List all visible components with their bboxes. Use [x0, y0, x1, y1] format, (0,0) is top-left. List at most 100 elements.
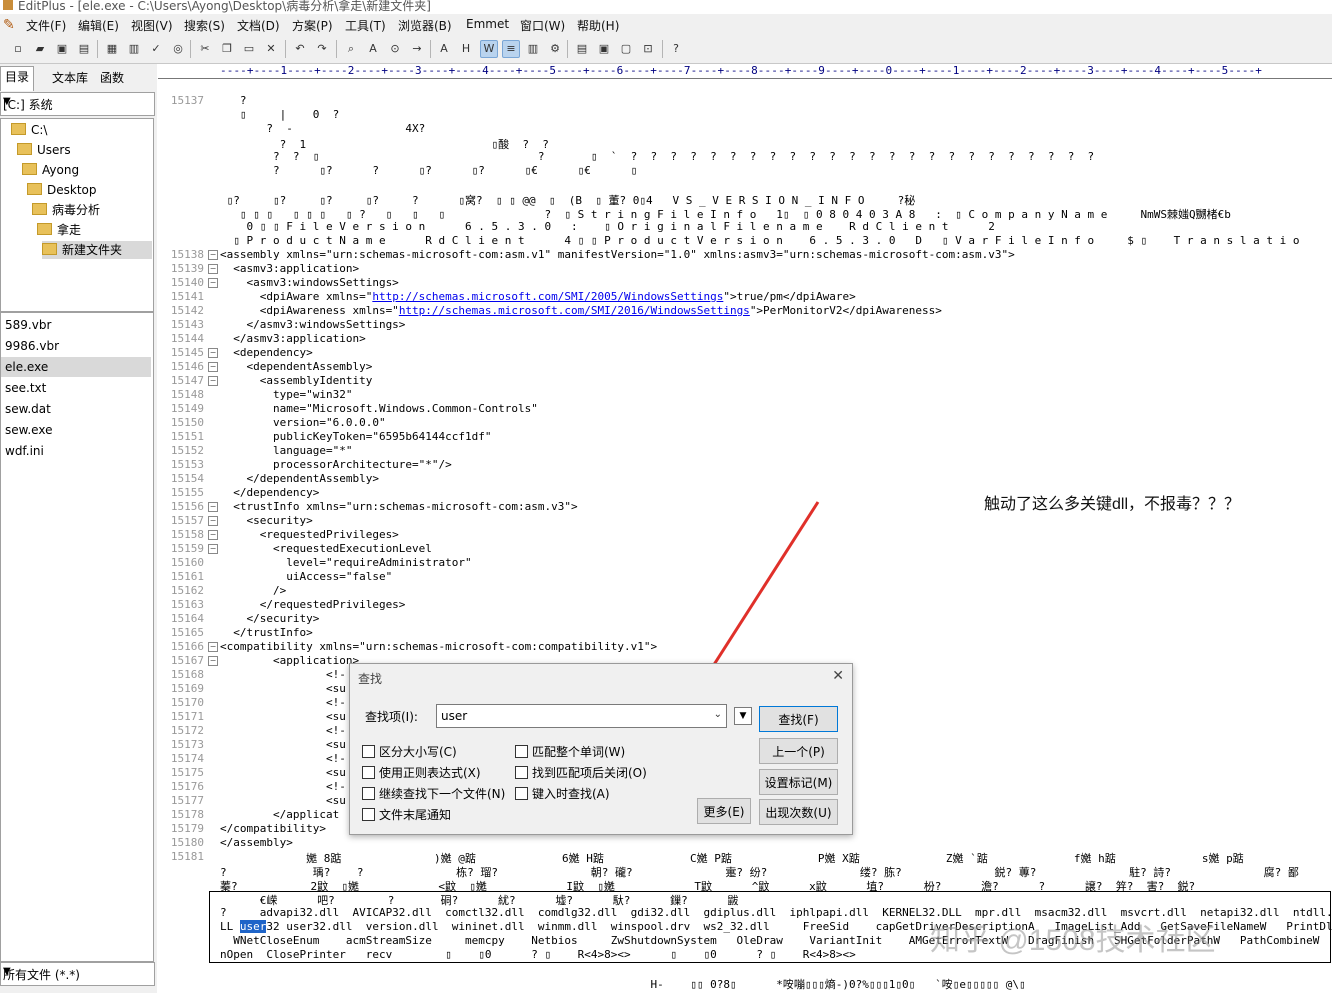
whole-word-checkbox[interactable]: 匹配整个单词(W)	[515, 743, 625, 760]
end-of-file-notify-checkbox[interactable]: 文件末尾通知	[362, 806, 451, 823]
find-button[interactable]: 查找(F)	[759, 706, 838, 732]
checkbox-box[interactable]	[362, 808, 375, 821]
fold-toggle-icon[interactable]: −	[208, 656, 218, 666]
fold-toggle-icon[interactable]: −	[208, 516, 218, 526]
delete-icon[interactable]: ✕	[263, 41, 279, 57]
continue-next-file-checkbox[interactable]: 继续查找下一个文件(N)	[362, 785, 505, 802]
list-item[interactable]: wdf.ini	[1, 441, 151, 461]
menu-search[interactable]: 搜索(S)	[184, 17, 225, 34]
print-preview-icon[interactable]: ▦	[104, 41, 120, 57]
code-link[interactable]: http://schemas.microsoft.com/SMI/2016/Wi…	[399, 304, 750, 317]
find-input[interactable]: user ⌄	[436, 704, 727, 728]
column-icon[interactable]: ▥	[525, 41, 541, 57]
close-icon[interactable]: ✕	[832, 668, 844, 684]
save-all-icon[interactable]: ▤	[76, 41, 92, 57]
fold-toggle-icon[interactable]: −	[208, 264, 218, 274]
cliptext-icon[interactable]: ▤	[574, 41, 590, 57]
copy-icon[interactable]: ❐	[219, 41, 235, 57]
goto-icon[interactable]: →	[409, 41, 425, 57]
fold-toggle-icon[interactable]: −	[208, 250, 218, 260]
word-wrap-icon[interactable]: W	[480, 40, 498, 58]
close-on-match-checkbox[interactable]: 找到匹配项后关闭(O)	[515, 764, 647, 781]
tab-cliptext[interactable]: 文本库	[48, 68, 92, 88]
wrap-toggle-icon[interactable]: ≡	[502, 40, 520, 58]
list-item[interactable]: see.txt	[1, 378, 151, 398]
set-bookmark-button[interactable]: 设置标记(M)	[759, 769, 838, 795]
directory-icon[interactable]: ▣	[596, 41, 612, 57]
code-line: />	[220, 584, 287, 597]
dir-item[interactable]: Desktop	[27, 181, 97, 199]
list-item[interactable]: sew.exe	[1, 420, 151, 440]
fullscreen-icon[interactable]: ⊡	[640, 41, 656, 57]
hex-icon[interactable]: H	[458, 41, 474, 57]
dir-item[interactable]: Ayong	[22, 161, 79, 179]
checkbox-box[interactable]	[362, 787, 375, 800]
checkbox-box[interactable]	[362, 745, 375, 758]
spellcheck-icon[interactable]: ✓	[148, 41, 164, 57]
fold-toggle-icon[interactable]: −	[208, 502, 218, 512]
fold-toggle-icon[interactable]: −	[208, 348, 218, 358]
redo-icon[interactable]: ↷	[314, 41, 330, 57]
chevron-down-icon[interactable]: ⌄	[714, 709, 722, 720]
settings-icon[interactable]: ⚙	[547, 41, 563, 57]
tab-directory[interactable]: 目录	[0, 66, 35, 91]
more-button[interactable]: 更多(E)	[697, 798, 751, 824]
fold-toggle-icon[interactable]: −	[208, 642, 218, 652]
find-as-type-checkbox[interactable]: 键入时查找(A)	[515, 785, 610, 802]
regex-checkbox[interactable]: 使用正则表达式(X)	[362, 764, 481, 781]
menu-browser[interactable]: 浏览器(B)	[398, 17, 452, 34]
menu-edit[interactable]: 编辑(E)	[78, 17, 119, 34]
list-item[interactable]: sew.dat	[1, 399, 151, 419]
dir-item[interactable]: C:\	[11, 121, 47, 139]
font-icon[interactable]: A	[436, 41, 452, 57]
menu-emmet[interactable]: Emmet	[466, 17, 509, 31]
save-icon[interactable]: ▣	[54, 41, 70, 57]
paste-icon[interactable]: ▭	[241, 41, 257, 57]
dir-item[interactable]: 拿走	[37, 221, 81, 239]
find-input-value: user	[441, 709, 468, 723]
menu-tools[interactable]: 工具(T)	[345, 17, 386, 34]
list-item[interactable]: 589.vbr	[1, 315, 151, 335]
fold-toggle-icon[interactable]: −	[208, 544, 218, 554]
editor-area[interactable]: 触动了这么多关键dll，不报毒？？？ 15137 ? ▯ | 0 ? ? - 4…	[158, 79, 1332, 993]
find-previous-button[interactable]: 上一个(P)	[759, 738, 838, 764]
doc-window-icon[interactable]: ▢	[618, 41, 634, 57]
fold-toggle-icon[interactable]: −	[208, 278, 218, 288]
browser-icon[interactable]: ◎	[170, 41, 186, 57]
checkbox-box[interactable]	[362, 766, 375, 779]
replace-icon[interactable]: A	[365, 41, 381, 57]
menu-document[interactable]: 文档(D)	[237, 17, 280, 34]
match-case-checkbox[interactable]: 区分大小写(C)	[362, 743, 457, 760]
list-item[interactable]: 9986.vbr	[1, 336, 151, 356]
cut-icon[interactable]: ✂	[197, 41, 213, 57]
fold-toggle-icon[interactable]: −	[208, 376, 218, 386]
file-filter-select[interactable]: 所有文件 (*.*) ▼	[0, 962, 155, 986]
dir-item-selected[interactable]: 新建文件夹	[42, 241, 152, 259]
find-icon[interactable]: ⌕	[343, 41, 359, 57]
undo-icon[interactable]: ↶	[292, 41, 308, 57]
fold-toggle-icon[interactable]: −	[208, 362, 218, 372]
checkbox-box[interactable]	[515, 766, 528, 779]
menu-help[interactable]: 帮助(H)	[577, 17, 619, 34]
print-icon[interactable]: ▥	[126, 41, 142, 57]
count-occurrences-button[interactable]: 出现次数(U)	[759, 799, 838, 825]
tab-functions[interactable]: 函数	[96, 68, 128, 88]
new-file-icon[interactable]: ▫	[10, 41, 26, 57]
menu-file[interactable]: 文件(F)	[26, 17, 66, 34]
checkbox-box[interactable]	[515, 787, 528, 800]
fold-toggle-icon[interactable]: −	[208, 530, 218, 540]
menu-window[interactable]: 窗口(W)	[520, 17, 565, 34]
drive-select[interactable]: [C:] 系统 ▼	[0, 92, 155, 116]
left-panel: 目录 文本库 函数 [C:] 系统 ▼ C:\ Users Ayong Desk…	[0, 64, 157, 993]
find-files-icon[interactable]: ⊙	[387, 41, 403, 57]
help-icon[interactable]: ?	[668, 41, 684, 57]
checkbox-box[interactable]	[515, 745, 528, 758]
menu-project[interactable]: 方案(P)	[292, 17, 333, 34]
code-link[interactable]: http://schemas.microsoft.com/SMI/2005/Wi…	[372, 290, 723, 303]
menu-view[interactable]: 视图(V)	[131, 17, 173, 34]
dir-item[interactable]: Users	[17, 141, 71, 159]
list-item-selected[interactable]: ele.exe	[1, 357, 151, 377]
dir-item[interactable]: 病毒分析	[32, 201, 100, 219]
dropdown-arrow-icon[interactable]: ▼	[734, 707, 752, 725]
open-icon[interactable]: ▰	[32, 41, 48, 57]
